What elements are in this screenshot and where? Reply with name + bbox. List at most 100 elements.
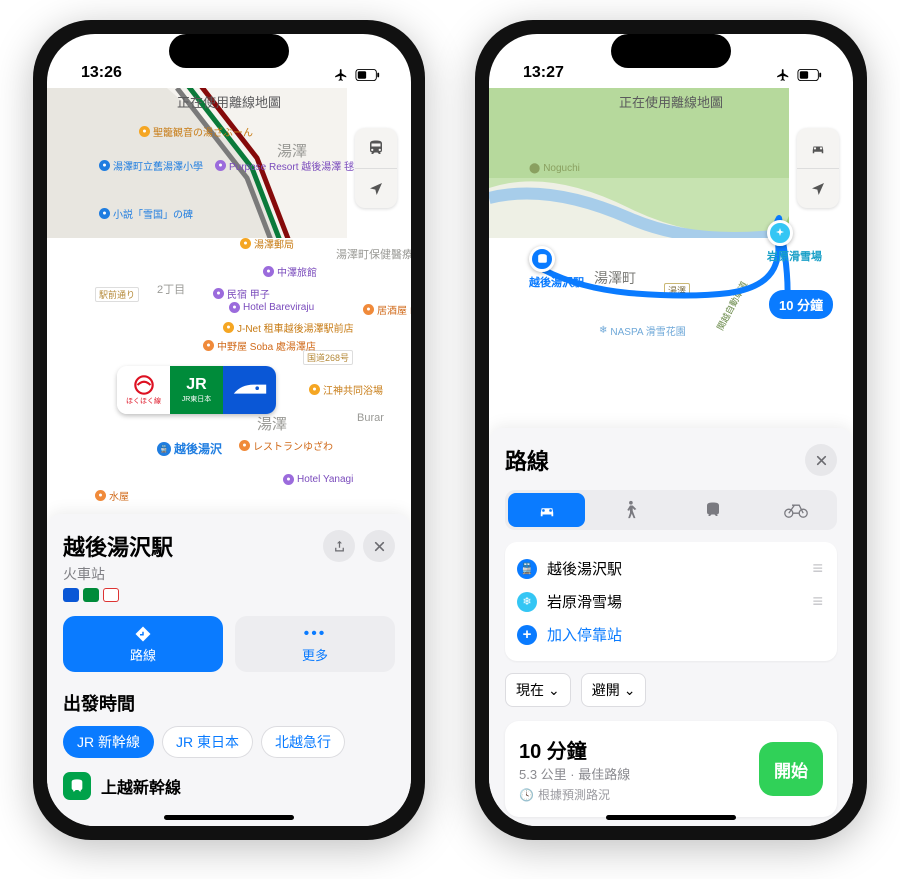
line-mini-badges (63, 588, 173, 602)
route-detail: 5.3 公里 · 最佳路線 (519, 764, 630, 783)
origin-pin[interactable]: 越後湯沢駅 (529, 246, 584, 290)
map-poi[interactable]: ●Hotel Yanagi (283, 474, 353, 485)
dynamic-island (169, 34, 289, 68)
map-controls (355, 128, 397, 208)
map-poi[interactable]: ●湯澤町立舊湯澤小學 (99, 158, 203, 173)
route-result-card[interactable]: 10 分鐘 5.3 公里 · 最佳路線 🕓根據預測路況 開始 (505, 721, 837, 817)
share-button[interactable] (323, 530, 355, 562)
map-area-label: 湯澤 (257, 413, 287, 434)
map-poi[interactable]: ●J-Net 租車越後湯澤駅前店 (223, 320, 354, 335)
chevron-down-icon: ⌄ (624, 682, 636, 699)
directions-icon (134, 625, 152, 643)
map-poi[interactable]: ●Purpose Resort 越後湯澤 毬 (215, 158, 354, 173)
stop-dest[interactable]: ❄ 岩原滑雪場 ≡ (517, 585, 825, 618)
map-controls (797, 128, 839, 208)
chevron-down-icon: ⌄ (548, 682, 560, 699)
route-options: 現在 ⌄ 避開 ⌄ (505, 673, 837, 707)
locate-button[interactable] (797, 168, 839, 208)
tab-walk[interactable] (591, 493, 668, 527)
status-icons (775, 68, 823, 82)
bike-icon (784, 502, 808, 518)
map-poi[interactable]: ●江神共同浴場 (309, 382, 383, 397)
screen-right: 13:27 正在使用離線地圖 (489, 34, 853, 826)
directions-sheet: 路線 🚆 越後湯沢駅 ≡ ❄ 岩原滑雪場 ≡ (489, 428, 853, 826)
status-time: 13:26 (81, 64, 122, 82)
clock-icon: 🕓 (519, 788, 534, 802)
line-filter-chips: JR 新幹線 JR 東日本 北越急行 (63, 726, 395, 758)
share-icon (332, 539, 347, 554)
ellipsis-icon: ••• (304, 625, 327, 643)
dest-dot-icon: ❄ (517, 592, 537, 612)
drive-mode-button[interactable] (797, 128, 839, 168)
tab-bike[interactable] (757, 493, 834, 527)
station-label[interactable]: 🚆越後湯沢 (157, 440, 222, 457)
map-poi[interactable]: ●レストランゆざわ (239, 438, 333, 453)
screen-left: 13:26 正在使用離線地圖 (47, 34, 411, 826)
mode-tabs (505, 490, 837, 530)
add-stop-row[interactable]: + 加入停靠站 (517, 618, 825, 651)
drag-handle-icon[interactable]: ≡ (812, 591, 825, 612)
map-area[interactable]: 正在使用離線地圖 湯澤 湯澤 2丁目 駅前通り 国道268号 ●聖籠観音の湯ざぶ… (47, 88, 411, 514)
map-poi[interactable]: ●民宿 甲子 (213, 286, 270, 301)
home-indicator (164, 815, 294, 820)
locate-button[interactable] (355, 168, 397, 208)
map-poi[interactable]: ●中野屋 Soba 處湯澤店 (203, 338, 316, 353)
more-button[interactable]: ••• 更多 (235, 616, 395, 672)
directions-button[interactable]: 路線 (63, 616, 223, 672)
origin-dot-icon: 🚆 (517, 559, 537, 579)
stops-card: 🚆 越後湯沢駅 ≡ ❄ 岩原滑雪場 ≡ + 加入停靠站 (505, 542, 837, 661)
offline-banner: 正在使用離線地圖 (489, 88, 853, 115)
dynamic-island (611, 34, 731, 68)
directions-title: 路線 (505, 444, 549, 476)
airplane-icon (333, 68, 349, 82)
tab-drive[interactable] (508, 493, 585, 527)
map-poi[interactable]: ●居酒屋 山新 (363, 302, 411, 317)
dest-pin[interactable]: 岩原滑雪場 (767, 220, 822, 264)
walk-icon (623, 500, 637, 520)
map-poi[interactable]: ●湯澤郵局 (240, 236, 294, 251)
train-icon (63, 772, 91, 800)
phone-right: 13:27 正在使用離線地圖 (475, 20, 867, 840)
close-icon (373, 540, 386, 553)
map-poi[interactable]: ●Hotel Bareviraju (229, 302, 314, 313)
transit-icon (704, 501, 722, 519)
car-icon (536, 502, 558, 518)
airplane-icon (775, 68, 791, 82)
offline-banner: 正在使用離線地圖 (47, 88, 411, 115)
chip-jreast[interactable]: JR 東日本 (162, 726, 253, 758)
tab-transit[interactable] (674, 493, 751, 527)
route-note: 🕓根據預測路況 (519, 786, 630, 803)
battery-icon (797, 68, 823, 82)
close-button[interactable] (363, 530, 395, 562)
depart-now-button[interactable]: 現在 ⌄ (505, 673, 571, 707)
route-duration: 10 分鐘 (519, 735, 630, 764)
map-area[interactable]: 正在使用離線地圖 越後湯沢駅 岩原滑雪場 10 分鐘 湯澤町 ⬤ Noguchi… (489, 88, 853, 428)
plus-icon: + (517, 625, 537, 645)
chip-hokuetsu[interactable]: 北越急行 (261, 726, 345, 758)
avoid-button[interactable]: 避開 ⌄ (581, 673, 647, 707)
line-jreast: JRJR東日本 (170, 366, 223, 414)
chip-shinkansen[interactable]: JR 新幹線 (63, 726, 154, 758)
close-button[interactable] (805, 444, 837, 476)
station-lines-card[interactable]: ほくほく線 JRJR東日本 (117, 366, 276, 414)
map-poi[interactable]: ●水屋 (95, 488, 129, 503)
status-icons (333, 68, 381, 82)
line-name: 上越新幹線 (101, 774, 181, 798)
line-shinkansen-icon (223, 366, 276, 414)
close-icon (815, 454, 828, 467)
map-poi[interactable]: ●中澤旅館 (263, 264, 317, 279)
place-subtitle: 火車站 (63, 564, 173, 584)
drag-handle-icon[interactable]: ≡ (812, 558, 825, 579)
map-poi[interactable]: ●小説「雪国」の碑 (99, 206, 193, 221)
stop-origin[interactable]: 🚆 越後湯沢駅 ≡ (517, 552, 825, 585)
battery-icon (355, 68, 381, 82)
departures-heading: 出發時間 (63, 690, 395, 716)
map-poi: Burar (357, 412, 384, 424)
map-road-label: 駅前通り (95, 287, 139, 302)
start-button[interactable]: 開始 (759, 742, 823, 796)
map-poi: 湯澤町保健醫療 (336, 246, 411, 262)
map-poi[interactable]: ●聖籠観音の湯ざぶーん (139, 124, 253, 139)
eta-badge: 10 分鐘 (769, 290, 833, 319)
line-row[interactable]: 上越新幹線 (63, 772, 395, 800)
transit-mode-button[interactable] (355, 128, 397, 168)
